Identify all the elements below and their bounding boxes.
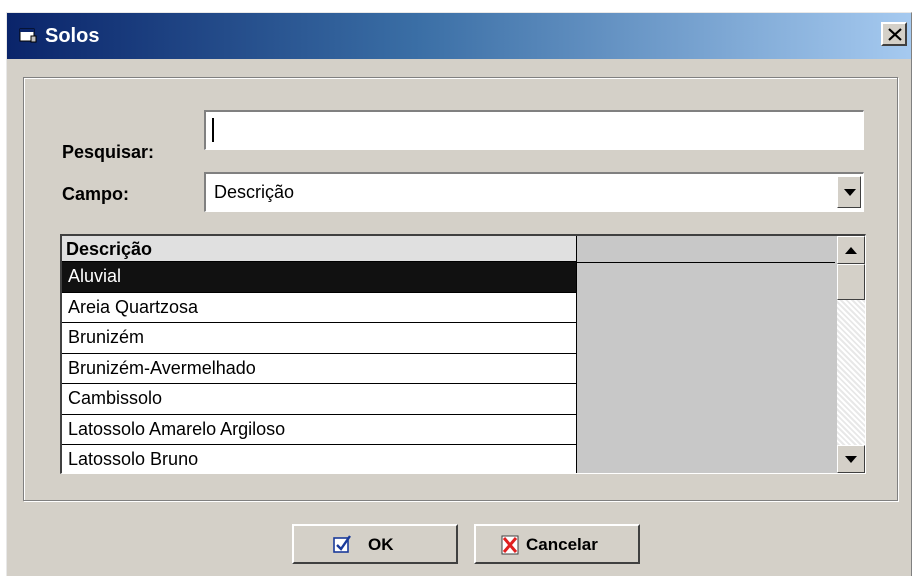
table-row[interactable]: Cambissolo [62,384,576,415]
ok-button[interactable]: OK [292,524,458,564]
search-input[interactable] [204,110,864,150]
table-row[interactable]: Areia Quartzosa [62,293,576,323]
cancel-button[interactable]: Cancelar [474,524,640,564]
chevron-down-icon [844,189,856,196]
text-caret [212,118,214,142]
vertical-scrollbar[interactable] [837,236,865,473]
title-bar: Solos [7,13,911,59]
close-button[interactable] [881,22,907,46]
ok-label: OK [368,535,394,554]
table-row[interactable]: Aluvial [62,262,576,293]
field-label: Campo: [62,184,129,204]
field-select-value: Descrição [214,182,295,202]
scroll-up-button[interactable] [837,236,865,264]
search-label: Pesquisar: [62,142,155,162]
table-row[interactable]: Brunizém-Avermelhado [62,354,576,384]
table-row[interactable]: Brunizém [62,323,576,354]
arrow-up-icon [845,247,857,254]
field-select[interactable]: Descrição [204,172,864,212]
x-icon [501,535,519,555]
arrow-down-icon [845,456,857,463]
cancel-label: Cancelar [526,535,598,554]
table-row[interactable]: Latossolo Bruno [62,445,576,473]
scroll-down-button[interactable] [837,445,865,473]
column-header-descricao[interactable]: Descrição [62,236,576,262]
header-empty-area [577,236,835,263]
close-icon [888,28,902,41]
checkmark-icon [333,535,351,553]
results-grid[interactable]: Descrição Aluvial Areia Quartzosa Bruniz… [60,234,866,474]
window-icon [19,28,37,43]
window-title: Solos [45,25,100,47]
description-column: Descrição Aluvial Areia Quartzosa Bruniz… [62,236,577,473]
table-row[interactable]: Latossolo Amarelo Argiloso [62,415,576,445]
scroll-thumb[interactable] [837,264,865,300]
dropdown-button[interactable] [837,176,861,208]
